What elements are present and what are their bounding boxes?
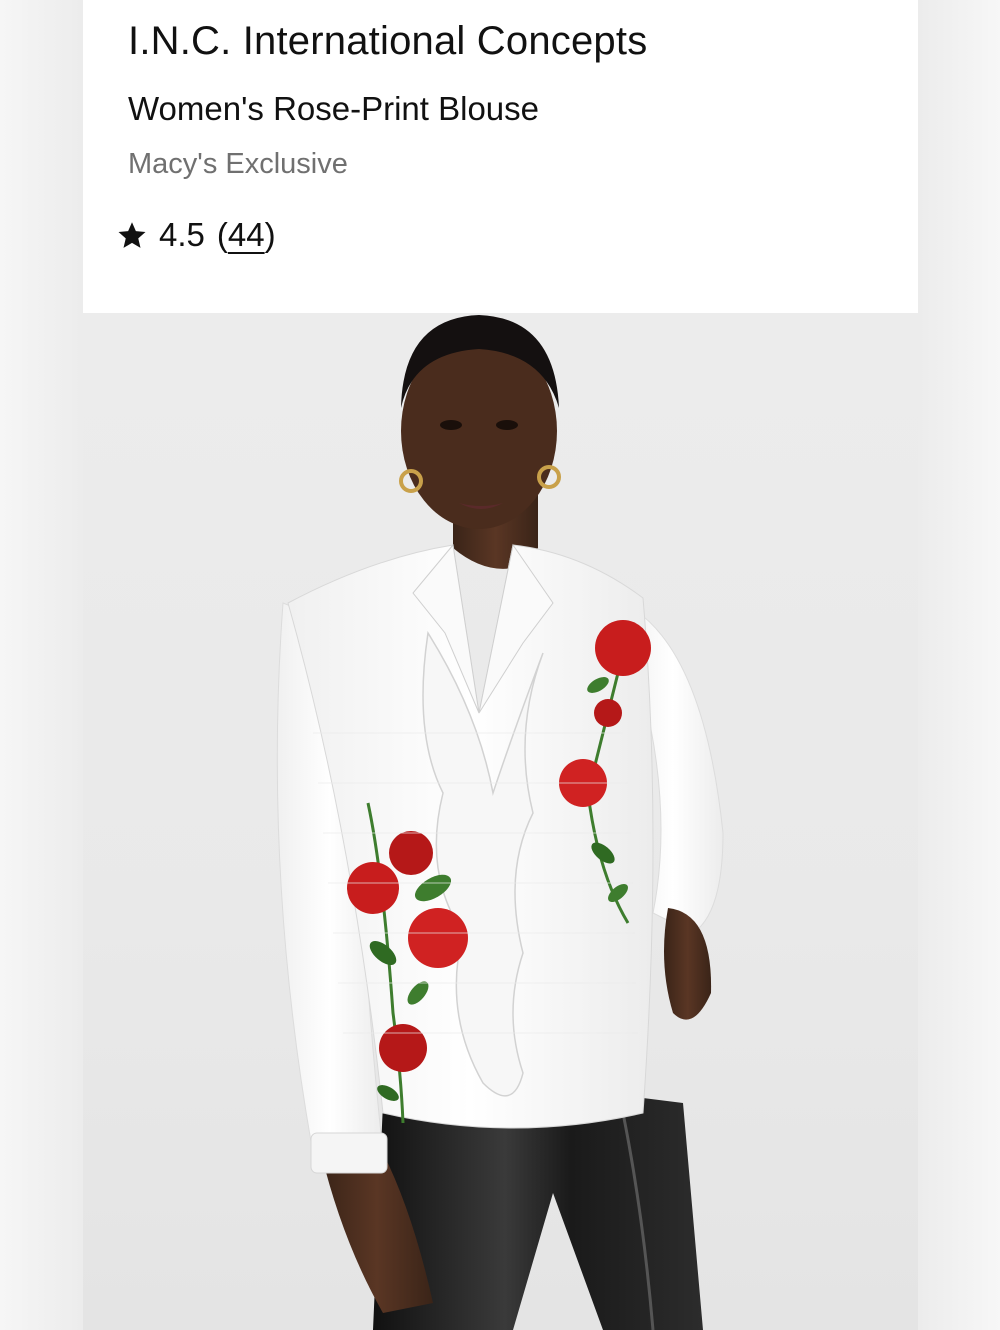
rating-score: 4.5 xyxy=(159,216,205,253)
product-card: I.N.C. International Concepts Women's Ro… xyxy=(83,0,918,1330)
brand-name[interactable]: I.N.C. International Concepts xyxy=(128,19,647,64)
rating-paren-open: ( xyxy=(216,216,228,253)
product-header: I.N.C. International Concepts Women's Ro… xyxy=(83,0,918,313)
rating-paren-close: ) xyxy=(264,216,276,253)
star-icon xyxy=(118,222,146,248)
review-count-link[interactable]: 44 xyxy=(228,216,265,254)
product-title: Women's Rose-Print Blouse xyxy=(128,90,540,127)
exclusive-label: Macy's Exclusive xyxy=(128,148,348,180)
product-photo-illustration xyxy=(276,315,724,1330)
product-image[interactable] xyxy=(83,313,918,1330)
page-gutter-right xyxy=(918,0,1000,1330)
page-gutter-left xyxy=(0,0,83,1330)
rating-summary[interactable]: 4.5 ( 44 ) xyxy=(117,216,276,254)
